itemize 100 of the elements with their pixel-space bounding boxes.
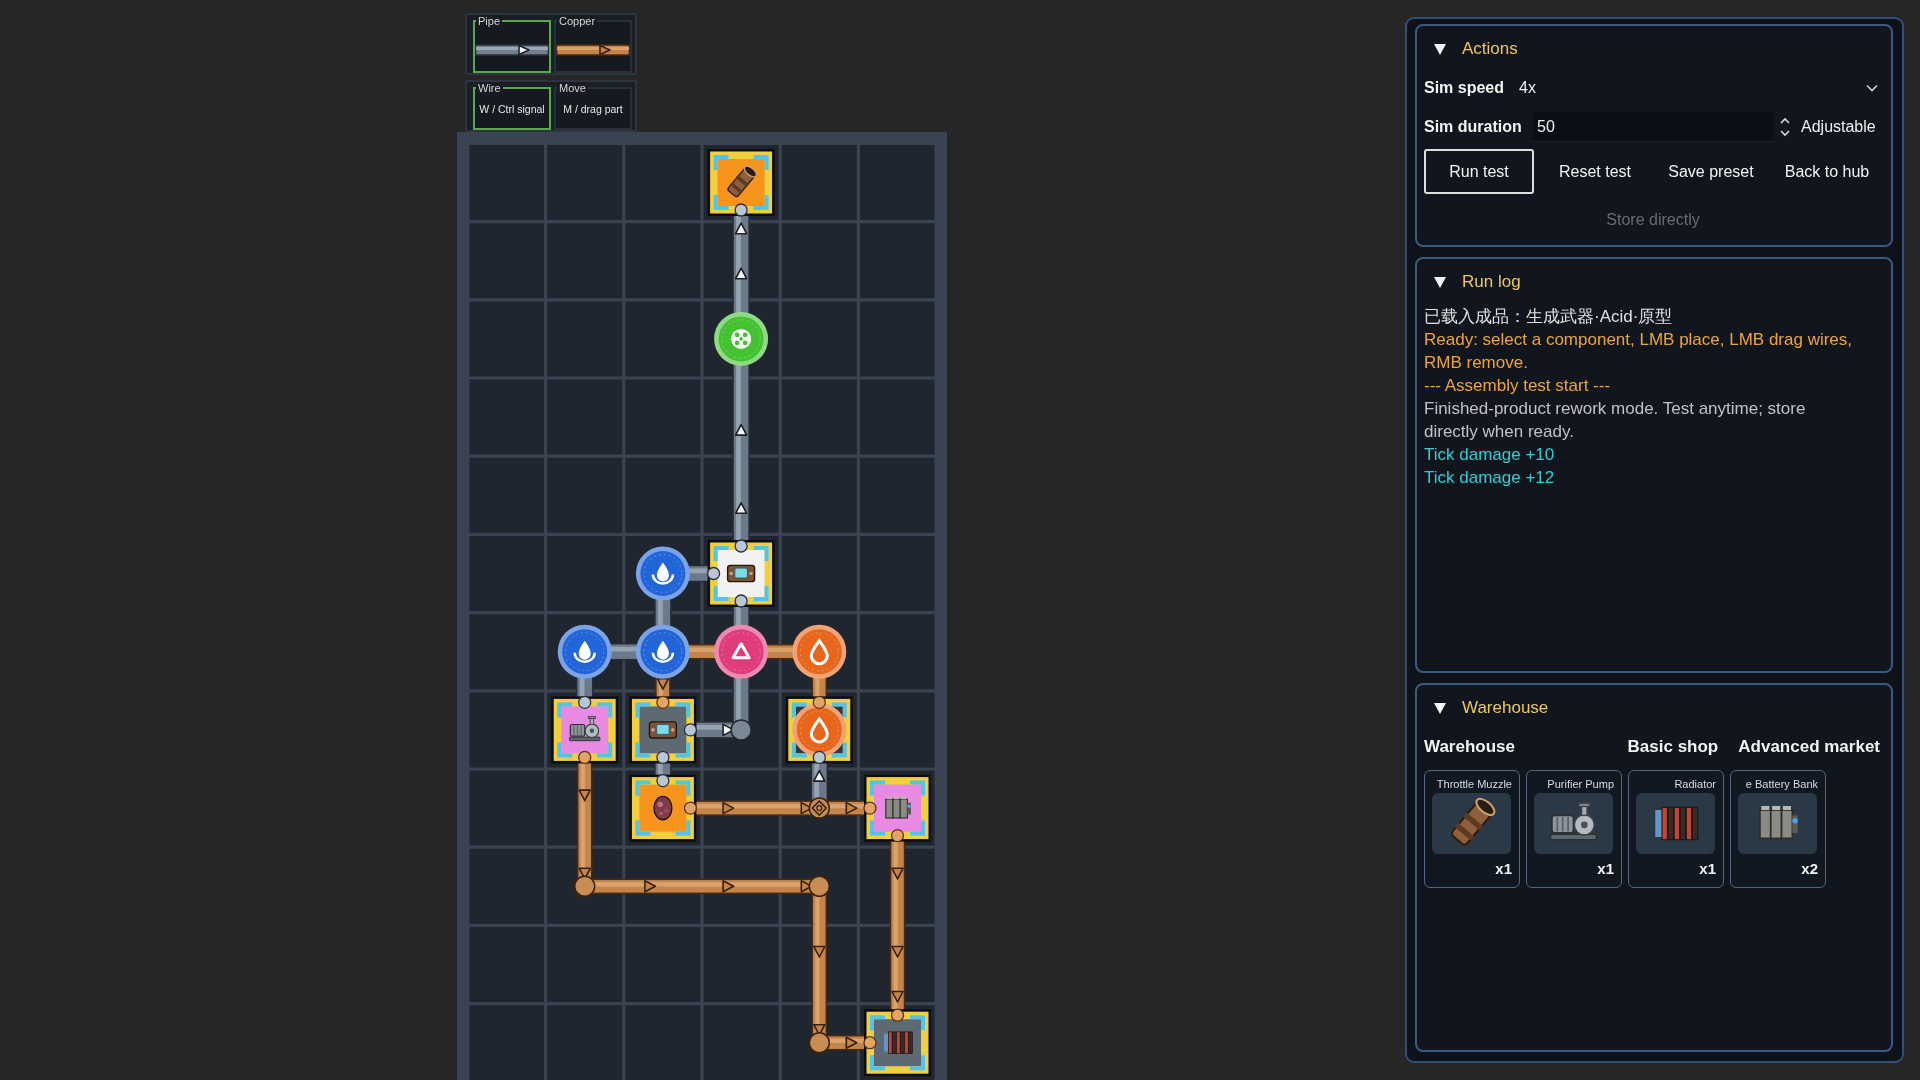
port-icon xyxy=(683,723,698,737)
item-card[interactable]: Radiator x1 xyxy=(1628,770,1724,888)
pipe-joint-icon xyxy=(573,875,596,898)
log-line: Tick damage +10 xyxy=(1424,444,1556,466)
muzzle-icon xyxy=(1431,793,1511,854)
item-count: x1 xyxy=(1494,859,1513,879)
droplet-icon xyxy=(573,640,596,663)
orb-icon xyxy=(653,795,673,821)
shop-button[interactable]: Advanced market xyxy=(1738,737,1880,757)
item-card[interactable]: Purifier Pump x1 xyxy=(1526,770,1622,888)
battery-icon xyxy=(1737,793,1817,854)
log-line: --- Assembly test start --- xyxy=(1424,375,1612,397)
section-toggle[interactable]: Actions xyxy=(1424,26,1518,72)
chevron-down-icon xyxy=(1866,84,1878,92)
battery-icon xyxy=(885,796,911,819)
flow-arrow-icon xyxy=(734,423,748,436)
radiator-icon xyxy=(1635,793,1715,854)
action-button[interactable]: Save preset xyxy=(1656,149,1766,194)
node-token[interactable] xyxy=(792,624,847,679)
port-icon xyxy=(890,828,905,843)
pump-icon xyxy=(1533,793,1613,854)
speed-dropdown[interactable]: 4x xyxy=(1514,73,1882,103)
list-title: Warehouse xyxy=(1424,737,1516,757)
field-label: Sim duration xyxy=(1424,118,1523,136)
flow-arrow-icon xyxy=(813,769,826,782)
log-line: 已载入成品：生成武器·Acid·原型 xyxy=(1424,306,1674,328)
port-icon xyxy=(863,1036,877,1050)
item-name: e Battery Bank xyxy=(1744,777,1819,791)
shop-button[interactable]: Basic shop xyxy=(1627,737,1719,757)
module-tile[interactable] xyxy=(785,696,853,764)
port-icon xyxy=(683,801,698,815)
flow-arrow-icon xyxy=(722,880,735,893)
port-icon xyxy=(706,566,721,581)
flow-arrow-icon xyxy=(813,945,826,958)
node-token[interactable] xyxy=(714,311,769,366)
port-icon xyxy=(578,750,592,765)
item-card[interactable]: Throttle Muzzle x1 xyxy=(1424,770,1520,888)
droplet-outline-icon xyxy=(809,639,829,666)
spore-icon xyxy=(731,328,752,349)
item-count: x2 xyxy=(1800,859,1819,879)
node-token[interactable] xyxy=(635,624,690,679)
duration-input[interactable]: 50 xyxy=(1533,112,1773,142)
port-icon xyxy=(812,750,826,765)
port-icon xyxy=(734,594,748,608)
flow-arrow-icon xyxy=(644,880,657,893)
pipe-joint-icon xyxy=(808,875,831,898)
port-icon xyxy=(890,1008,905,1022)
port-icon xyxy=(578,695,592,710)
droplet-icon xyxy=(651,640,675,663)
tool-button[interactable]: Move M / drag part xyxy=(554,82,632,130)
pipe-icon xyxy=(475,44,549,56)
item-name: Radiator xyxy=(1673,777,1717,791)
node-token[interactable] xyxy=(792,702,847,757)
flow-arrow-icon xyxy=(845,801,858,815)
droplet-icon xyxy=(651,562,675,585)
port-icon xyxy=(812,695,826,710)
port-icon xyxy=(734,203,748,217)
pump-icon xyxy=(568,716,601,742)
item-card[interactable]: e Battery Bank x2 xyxy=(1730,770,1826,888)
node-token[interactable] xyxy=(557,624,612,679)
pipe-joint-icon xyxy=(808,1031,831,1054)
log-line: Tick damage +12 xyxy=(1424,467,1556,489)
log-line: Finished-product rework mode. Test anytime; store directly when ready. xyxy=(1424,398,1807,443)
node-token[interactable] xyxy=(635,546,690,601)
flow-arrow-icon xyxy=(578,789,591,802)
action-button[interactable]: Run test xyxy=(1424,149,1534,194)
field-label: Sim speed xyxy=(1424,79,1506,97)
flow-arrow-icon xyxy=(891,990,904,1003)
port-icon xyxy=(656,695,670,710)
item-name: Throttle Muzzle xyxy=(1435,777,1513,791)
flow-arrow-icon xyxy=(845,1036,858,1049)
machine-icon xyxy=(648,721,678,739)
flow-arrow-icon xyxy=(891,945,904,958)
tool-button[interactable]: Pipe xyxy=(473,15,551,73)
flow-arrow-icon xyxy=(656,677,670,690)
pipe-icon xyxy=(556,44,630,56)
tool-button[interactable]: Wire W / Ctrl signal xyxy=(473,82,551,130)
action-button[interactable]: Back to hub xyxy=(1772,149,1882,194)
flow-arrow-icon xyxy=(734,267,748,280)
item-count: x1 xyxy=(1596,859,1615,879)
node-token[interactable] xyxy=(714,624,769,679)
item-count: x1 xyxy=(1698,859,1717,879)
triangle-icon xyxy=(731,642,751,660)
port-icon xyxy=(734,539,748,553)
port-icon xyxy=(863,801,877,815)
action-button[interactable]: Reset test xyxy=(1540,149,1650,194)
port-icon xyxy=(656,773,670,788)
flow-arrow-icon xyxy=(734,222,748,235)
port-icon xyxy=(656,750,670,765)
pipe-crossing-icon xyxy=(808,797,831,819)
log-line: Ready: select a component, LMB place, LMB drag wires, RMB remove. xyxy=(1424,329,1854,374)
section-toggle[interactable]: Run log xyxy=(1424,259,1521,305)
tool-button[interactable]: Copper xyxy=(554,15,632,73)
section-toggle[interactable]: Warehouse xyxy=(1424,685,1549,731)
note-label: Adjustable xyxy=(1801,118,1876,136)
flow-arrow-icon xyxy=(722,801,735,815)
flow-arrow-icon xyxy=(734,502,748,515)
radiator-icon xyxy=(884,1031,913,1054)
spinner-icon[interactable] xyxy=(1779,117,1791,137)
flow-arrow-icon xyxy=(891,867,904,880)
